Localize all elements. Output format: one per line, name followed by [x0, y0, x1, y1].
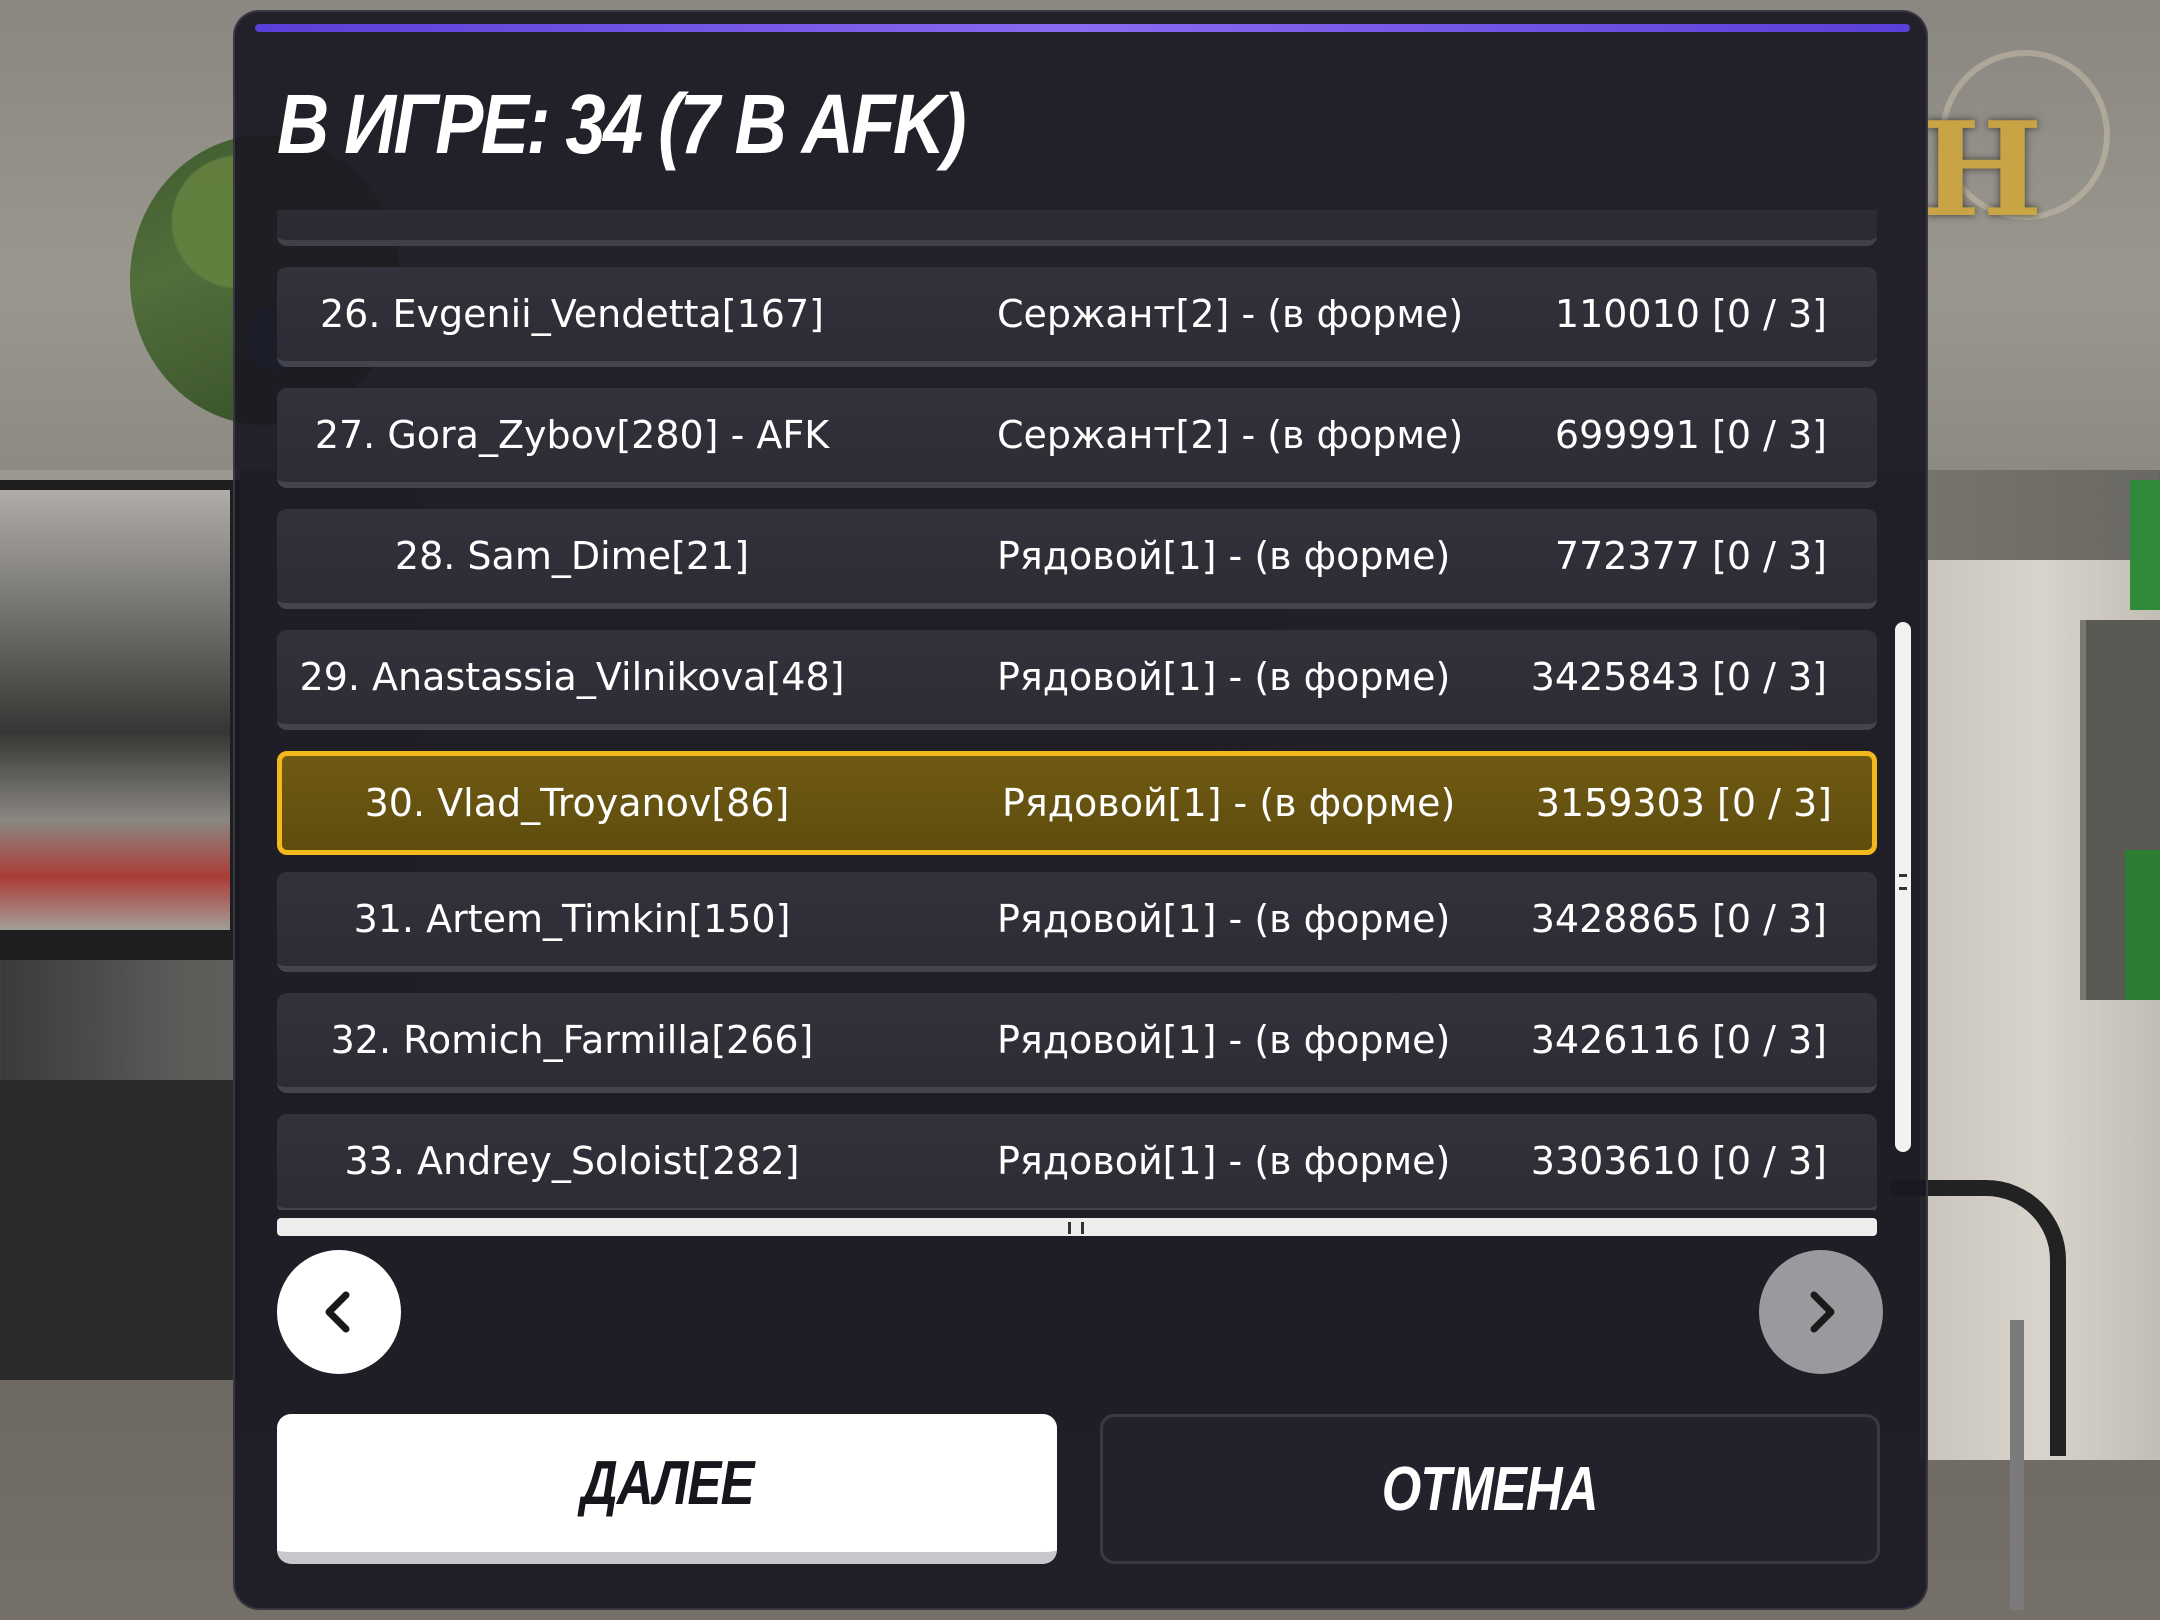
next-button[interactable]: ДАЛЕЕ — [277, 1414, 1057, 1564]
dialog-accent-bar — [255, 24, 1910, 32]
members-list[interactable]: 26. Evgenii_Vendetta[167] Сержант[2] - (в… — [277, 210, 1887, 1210]
chevron-right-icon — [1810, 1291, 1835, 1333]
table-row[interactable]: 28. Sam_Dime[21] Рядовой[1] - (в форме) 77… — [277, 509, 1877, 609]
member-stats: 3425843 [0 / 3] — [1530, 655, 1827, 699]
table-row[interactable]: 32. Romich_Farmilla[266] Рядовой[1] - (в … — [277, 993, 1877, 1093]
member-name: 26. Evgenii_Vendetta[167] — [320, 292, 824, 336]
member-stats: 3426116 [0 / 3] — [1530, 1018, 1827, 1062]
member-stats: 3159303 [0 / 3] — [1535, 781, 1832, 825]
server-logo-icon: H — [1920, 93, 2043, 246]
member-rank: Рядовой[1] - (в форме) — [997, 655, 1451, 699]
member-rank: Рядовой[1] - (в форме) — [997, 1139, 1451, 1183]
background-poster — [0, 490, 230, 930]
member-stats: 772377 [0 / 3] — [1554, 534, 1827, 578]
cancel-button[interactable]: ОТМЕНА — [1100, 1414, 1880, 1564]
member-rank: Сержант[2] - (в форме) — [997, 292, 1464, 336]
background-bench — [0, 1080, 240, 1380]
online-members-dialog: В ИГРЕ: 34 (7 В AFK) 26. Evgenii_Vendett… — [233, 10, 1928, 1610]
table-row[interactable]: 29. Anastassia_Vilnikova[48] Рядовой[1] -… — [277, 630, 1877, 730]
scrollbar-grip-icon — [1068, 1222, 1084, 1234]
dialog-title: В ИГРЕ: 34 (7 В AFK) — [277, 77, 967, 171]
table-row[interactable]: 33. Andrey_Soloist[282] Рядовой[1] - (в ф… — [277, 1114, 1877, 1210]
member-rank: Сержант[2] - (в форме) — [997, 413, 1464, 457]
member-stats: 110010 [0 / 3] — [1554, 292, 1827, 336]
member-name: 30. Vlad_Troyanov[86] — [364, 781, 790, 825]
background-binder — [2130, 480, 2160, 610]
member-rank: Рядовой[1] - (в форме) — [997, 1018, 1451, 1062]
previous-page-button[interactable] — [277, 1250, 401, 1374]
next-button-label: ДАЛЕЕ — [580, 1448, 755, 1518]
next-page-button[interactable] — [1759, 1250, 1883, 1374]
scrollbar-grip-icon — [1899, 874, 1907, 890]
background-chair-leg — [2010, 1320, 2024, 1610]
chevron-left-icon — [325, 1291, 350, 1333]
member-name: 31. Artem_Timkin[150] — [353, 897, 791, 941]
table-row-partial — [277, 210, 1877, 246]
member-rank: Рядовой[1] - (в форме) — [997, 897, 1451, 941]
background-binder — [2125, 850, 2160, 1000]
table-row[interactable]: 31. Artem_Timkin[150] Рядовой[1] - (в фор… — [277, 872, 1877, 972]
table-row-selected[interactable]: 30. Vlad_Troyanov[86] Рядовой[1] - (в фор… — [277, 751, 1877, 855]
cancel-button-label: ОТМЕНА — [1382, 1454, 1599, 1524]
member-name: 27. Gora_Zybov[280] - AFK — [314, 413, 830, 457]
member-rank: Рядовой[1] - (в форме) — [1002, 781, 1456, 825]
member-rank: Рядовой[1] - (в форме) — [997, 534, 1451, 578]
table-row[interactable]: 26. Evgenii_Vendetta[167] Сержант[2] - (в… — [277, 267, 1877, 367]
member-stats: 3428865 [0 / 3] — [1530, 897, 1827, 941]
member-name: 28. Sam_Dime[21] — [394, 534, 750, 578]
member-stats: 699991 [0 / 3] — [1554, 413, 1827, 457]
member-name: 33. Andrey_Soloist[282] — [344, 1139, 800, 1183]
member-name: 29. Anastassia_Vilnikova[48] — [299, 655, 845, 699]
table-row[interactable]: 27. Gora_Zybov[280] - AFK Сержант[2] - (в… — [277, 388, 1877, 488]
member-name: 32. Romich_Farmilla[266] — [330, 1018, 814, 1062]
member-stats: 3303610 [0 / 3] — [1530, 1139, 1827, 1183]
